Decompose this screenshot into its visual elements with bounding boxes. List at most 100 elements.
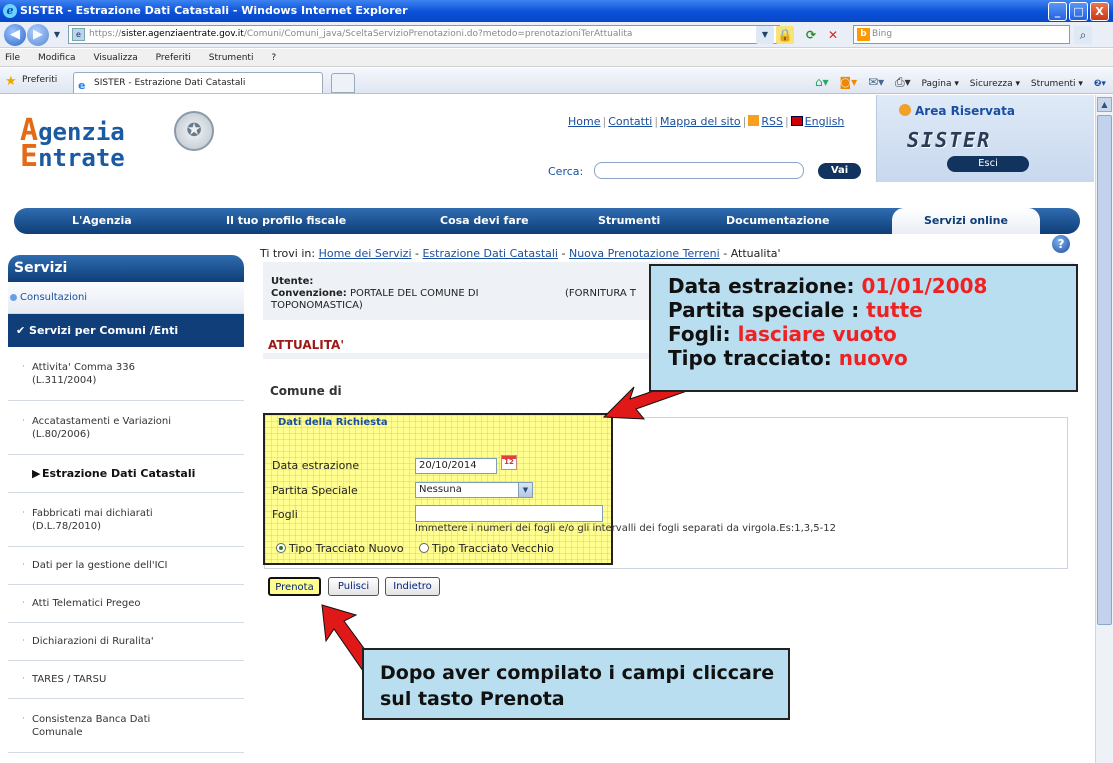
window-title: SISTER - Estrazione Dati Catastali - Win… xyxy=(20,4,408,17)
sidebar-item-tares[interactable]: ᐧ TARES / TARSU xyxy=(8,661,244,699)
sidebar-item-consistenza[interactable]: ᐧ Consistenza Banca Dati Comunale xyxy=(8,699,244,753)
link-rss[interactable]: RSS xyxy=(761,115,783,128)
menu-visualizza[interactable]: Visualizza xyxy=(93,53,137,63)
prenota-button[interactable]: Prenota xyxy=(268,577,321,596)
page-icon: e xyxy=(72,28,85,41)
radio-tracciato-vecchio[interactable]: Tipo Tracciato Vecchio xyxy=(419,542,554,555)
command-strumenti[interactable]: Strumenti ▾ xyxy=(1031,79,1083,89)
home-icon[interactable]: ⌂▾ xyxy=(815,75,829,89)
forward-arrow-icon[interactable]: ▶ xyxy=(27,24,49,46)
radio-tracciato-nuovo[interactable]: Tipo Tracciato Nuovo xyxy=(276,542,404,555)
breadcrumb-estrazione[interactable]: Estrazione Dati Catastali xyxy=(422,247,558,260)
mail-icon[interactable]: ✉▾ xyxy=(868,75,884,89)
ie-tab-icon: e xyxy=(78,79,86,92)
link-mappa[interactable]: Mappa del sito xyxy=(660,115,741,128)
star-icon[interactable]: ★ xyxy=(5,74,17,89)
rss-icon xyxy=(748,115,760,126)
favorites-bar: ★ Preferiti e SISTER - Estrazione Dati C… xyxy=(0,68,1113,94)
sidebar-item-ruralita[interactable]: ᐧ Dichiarazioni di Ruralita' xyxy=(8,623,244,661)
sidebar-item-accatastamenti[interactable]: ᐧ Accatastamenti e Variazioni (L.80/2006) xyxy=(8,401,244,455)
menu-preferiti[interactable]: Preferiti xyxy=(156,53,191,63)
menu-help[interactable]: ? xyxy=(271,53,276,63)
pulisci-button[interactable]: Pulisci xyxy=(328,577,379,596)
nav-agenzia[interactable]: L'Agenzia xyxy=(72,214,132,227)
help-icon[interactable]: ? xyxy=(1052,235,1070,253)
menu-file[interactable]: File xyxy=(5,53,20,63)
sidebar-consultazioni[interactable]: Consultazioni xyxy=(8,282,244,314)
convenzione-line: Convenzione: PORTALE DEL COMUNE DI xyxy=(271,288,479,299)
sidebar-item-fabbricati[interactable]: ᐧ Fabbricati mai dichiarati (D.L.78/2010) xyxy=(8,493,244,547)
breadcrumb-nuova-prenotazione[interactable]: Nuova Prenotazione Terreni xyxy=(569,247,720,260)
sidebar-section-comuni[interactable]: ✔ Servizi per Comuni /Enti xyxy=(8,314,244,347)
print-icon[interactable]: ⎙▾ xyxy=(895,75,911,89)
close-button[interactable]: X xyxy=(1090,2,1109,21)
area-title: Area Riservata xyxy=(915,104,1015,118)
stop-icon[interactable]: ✕ xyxy=(824,26,842,44)
bullet-icon xyxy=(10,294,17,301)
search-icon[interactable]: ⌕ xyxy=(1074,26,1092,44)
partita-speciale-select[interactable]: Nessuna ▼ xyxy=(415,482,533,498)
instruction-callout: Data estrazione: 01/01/2008 Partita spec… xyxy=(649,264,1078,392)
favorites-button[interactable]: Preferiti xyxy=(22,75,57,85)
utente-label: Utente: xyxy=(271,276,314,287)
menu-strumenti[interactable]: Strumenti xyxy=(209,53,254,63)
sidebar-item-estrazione[interactable]: ▶ Estrazione Dati Catastali xyxy=(8,455,244,493)
nav-documentazione[interactable]: Documentazione xyxy=(726,214,830,227)
breadcrumb-prefix: Ti trovi in: xyxy=(260,247,316,260)
address-bar[interactable]: e https://sister.agenziaentrate.gov.it/C… xyxy=(68,25,780,44)
feeds-icon[interactable]: ◙▾ xyxy=(840,75,858,89)
address-dropdown-icon[interactable]: ▼ xyxy=(756,26,774,44)
fogli-input[interactable] xyxy=(415,505,603,522)
search-box[interactable]: b Bing xyxy=(853,25,1070,44)
browser-tab[interactable]: e SISTER - Estrazione Dati Catastali xyxy=(73,72,323,93)
logout-button[interactable]: Esci xyxy=(947,156,1029,172)
radio-unchecked-icon xyxy=(419,543,429,553)
sidebar-item-comma-336[interactable]: ᐧ Attivita' Comma 336 (L.311/2004) xyxy=(8,347,244,401)
breadcrumb-home-servizi[interactable]: Home dei Servizi xyxy=(319,247,412,260)
nav-strumenti[interactable]: Strumenti xyxy=(598,214,660,227)
nav-cosa-fare[interactable]: Cosa devi fare xyxy=(440,214,529,227)
minimize-button[interactable]: _ xyxy=(1048,2,1067,21)
fogli-label: Fogli xyxy=(272,508,298,521)
back-arrow-icon[interactable]: ◀ xyxy=(4,24,26,46)
calendar-icon[interactable]: 12 xyxy=(501,455,517,470)
command-pagina[interactable]: Pagina ▾ xyxy=(922,79,959,89)
fornitura-text: (FORNITURA T xyxy=(565,288,637,299)
data-estrazione-input[interactable]: 20/10/2014 xyxy=(415,458,497,474)
breadcrumb-current: Attualita' xyxy=(730,247,781,260)
search-engine-label: Bing xyxy=(872,29,893,39)
command-sicurezza[interactable]: Sicurezza ▾ xyxy=(970,79,1020,89)
menu-modifica[interactable]: Modifica xyxy=(38,53,76,63)
search-button[interactable]: Vai xyxy=(818,163,861,179)
prenota-callout: Dopo aver compilato i campi cliccare sul… xyxy=(362,648,790,720)
breadcrumb: Ti trovi in: Home dei Servizi - Estrazio… xyxy=(260,247,781,260)
partita-speciale-label: Partita Speciale xyxy=(272,484,358,497)
sister-logo: SISTER xyxy=(907,128,992,152)
agenzia-entrate-logo[interactable]: Agenzia Entrate ✪ xyxy=(14,107,234,174)
fogli-hint: Immettere i numeri dei fogli e/o gli int… xyxy=(415,523,836,534)
nav-profilo[interactable]: Il tuo profilo fiscale xyxy=(226,214,346,227)
new-tab-button[interactable] xyxy=(331,73,355,93)
top-links: Home | Contatti | Mappa del sito | RSS | English xyxy=(568,115,845,128)
link-english[interactable]: English xyxy=(805,115,845,128)
help-menu-icon[interactable]: ❷▾ xyxy=(1094,79,1106,89)
tab-title: SISTER - Estrazione Dati Catastali xyxy=(94,78,246,88)
refresh-icon[interactable]: ⟳ xyxy=(802,26,820,44)
sidebar-item-pregeo[interactable]: ᐧ Atti Telematici Pregeo xyxy=(8,585,244,623)
scroll-up-icon[interactable]: ▲ xyxy=(1097,97,1112,112)
uk-flag-icon xyxy=(790,116,803,126)
address-host: sister.agenziaentrate.gov.it xyxy=(121,29,244,39)
lock-icon[interactable]: 🔒 xyxy=(776,26,794,44)
site-search-input[interactable] xyxy=(594,162,804,179)
search-label: Cerca: xyxy=(548,165,584,178)
link-contatti[interactable]: Contatti xyxy=(608,115,652,128)
maximize-button[interactable]: □ xyxy=(1069,2,1088,21)
indietro-button[interactable]: Indietro xyxy=(385,577,440,596)
vertical-scrollbar[interactable]: ▲ xyxy=(1095,95,1113,763)
bing-icon: b xyxy=(857,28,870,41)
nav-servizi-online[interactable]: Servizi online xyxy=(892,208,1040,234)
history-dropdown-icon[interactable]: ▼ xyxy=(50,26,64,44)
scroll-thumb[interactable] xyxy=(1097,115,1112,625)
sidebar-item-ici[interactable]: ᐧ Dati per la gestione dell'ICI xyxy=(8,547,244,585)
link-home[interactable]: Home xyxy=(568,115,600,128)
